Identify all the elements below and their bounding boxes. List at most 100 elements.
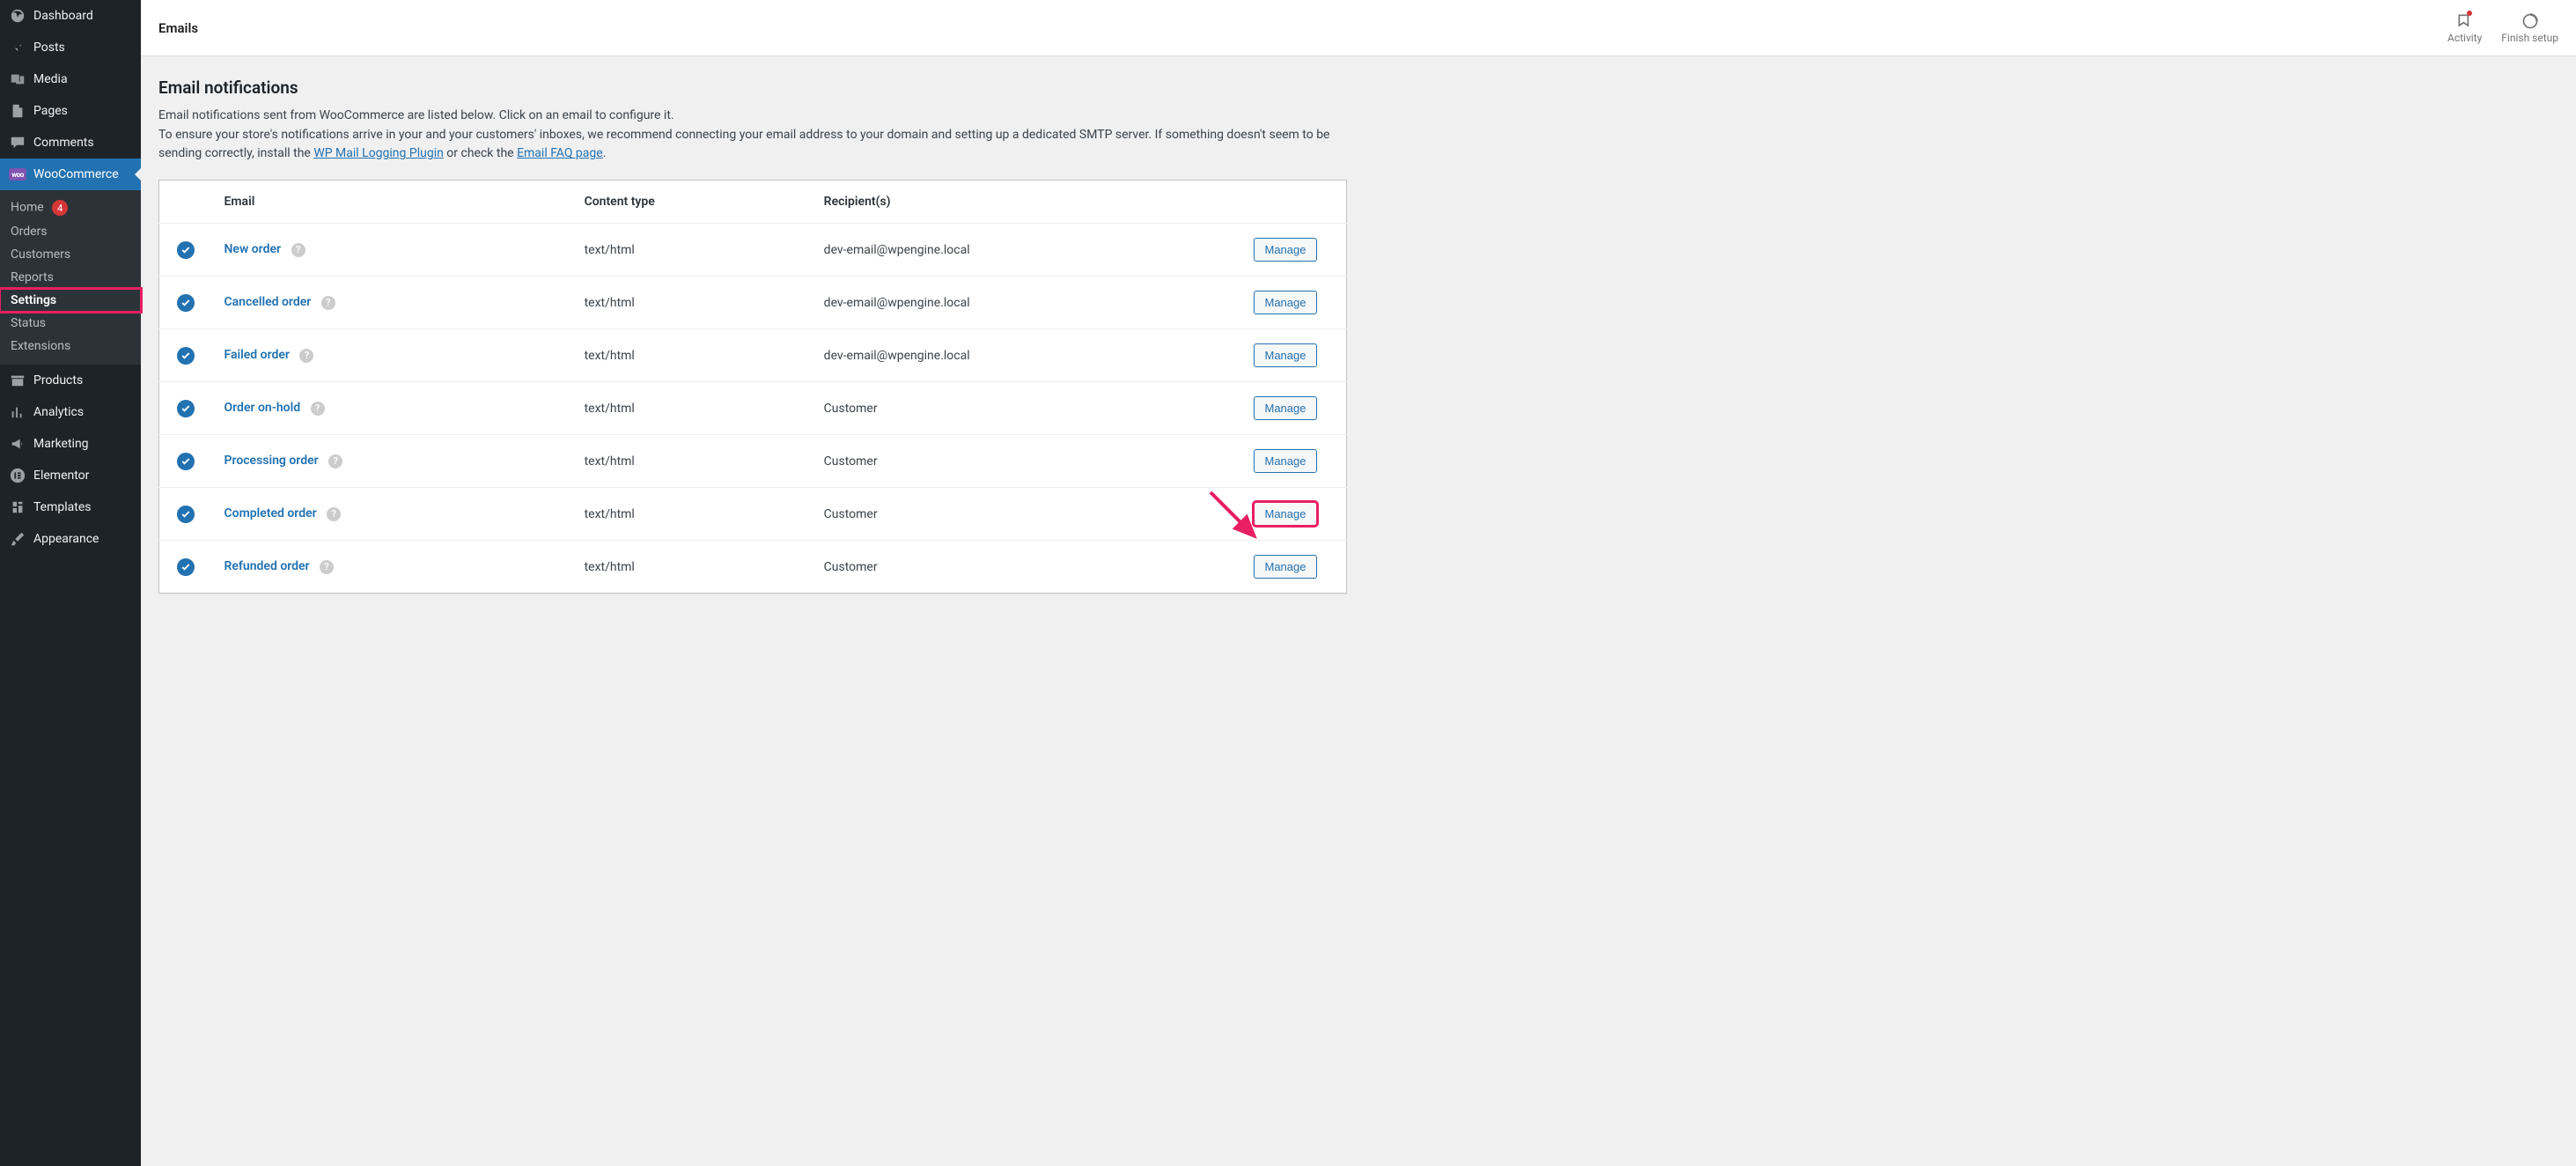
actions-cell: Manage: [1241, 277, 1347, 329]
manage-button[interactable]: Manage: [1254, 502, 1318, 526]
email-name-link[interactable]: New order: [224, 242, 282, 256]
table-header-row: Email Content type Recipient(s): [159, 181, 1347, 224]
sidebar-label: Elementor: [33, 469, 89, 483]
help-icon[interactable]: ?: [320, 560, 334, 574]
sidebar-item-elementor[interactable]: Elementor: [0, 460, 141, 491]
sidebar-item-comments[interactable]: Comments: [0, 127, 141, 159]
email-name-link[interactable]: Cancelled order: [224, 295, 312, 309]
email-name-cell: New order ?: [212, 224, 572, 277]
email-name-link[interactable]: Failed order: [224, 348, 290, 362]
status-cell: [159, 224, 212, 277]
content-type-cell: text/html: [572, 382, 812, 435]
help-icon[interactable]: ?: [328, 454, 342, 469]
sidebar-item-posts[interactable]: Posts: [0, 32, 141, 63]
email-name-cell: Order on-hold ?: [212, 382, 572, 435]
submenu-item-extensions[interactable]: Extensions: [0, 335, 141, 358]
content-type-cell: text/html: [572, 329, 812, 382]
sidebar-label: WooCommerce: [33, 167, 119, 181]
col-email: Email: [212, 181, 572, 224]
manage-button[interactable]: Manage: [1254, 343, 1318, 367]
content-type-cell: text/html: [572, 224, 812, 277]
comment-icon: [9, 134, 26, 151]
woocommerce-submenu: Home 4 Orders Customers Reports Settings…: [0, 190, 141, 365]
sidebar-item-products[interactable]: Products: [0, 365, 141, 396]
help-icon[interactable]: ?: [299, 349, 313, 363]
desc-text: Email notifications sent from WooCommerc…: [158, 108, 674, 122]
sidebar-label: Dashboard: [33, 9, 93, 23]
main-area: Emails Activity Finish setup Email notif…: [141, 0, 2576, 1166]
page-icon: [9, 102, 26, 120]
email-name-cell: Refunded order ?: [212, 541, 572, 594]
email-name-cell: Completed order ?: [212, 488, 572, 541]
manage-button[interactable]: Manage: [1254, 238, 1318, 262]
sidebar-item-media[interactable]: Media: [0, 63, 141, 95]
email-name-link[interactable]: Processing order: [224, 454, 319, 468]
sidebar-label: Analytics: [33, 405, 84, 419]
activity-button[interactable]: Activity: [2447, 12, 2482, 44]
submenu-item-home[interactable]: Home 4: [0, 196, 141, 220]
email-name-link[interactable]: Order on-hold: [224, 401, 301, 415]
table-row: Cancelled order ? text/html dev-email@wp…: [159, 277, 1347, 329]
submenu-item-customers[interactable]: Customers: [0, 243, 141, 266]
sidebar-item-templates[interactable]: Templates: [0, 491, 141, 523]
submenu-item-status[interactable]: Status: [0, 312, 141, 335]
recipients-cell: Customer: [812, 435, 1241, 488]
submenu-item-reports[interactable]: Reports: [0, 266, 141, 289]
sidebar-label: Posts: [33, 41, 65, 55]
sidebar-item-marketing[interactable]: Marketing: [0, 428, 141, 460]
table-row: Completed order ? text/html Customer Man…: [159, 488, 1347, 541]
manage-button[interactable]: Manage: [1254, 396, 1318, 420]
status-cell: [159, 329, 212, 382]
status-cell: [159, 382, 212, 435]
status-cell: [159, 541, 212, 594]
chart-icon: [9, 403, 26, 421]
email-name-link[interactable]: Completed order: [224, 506, 317, 520]
manage-button[interactable]: Manage: [1254, 555, 1318, 579]
content-type-cell: text/html: [572, 541, 812, 594]
content: Email notifications Email notifications …: [141, 56, 2576, 629]
recipients-cell: dev-email@wpengine.local: [812, 277, 1241, 329]
sidebar-item-dashboard[interactable]: Dashboard: [0, 0, 141, 32]
enabled-status-icon: [177, 506, 195, 523]
sidebar-item-woocommerce[interactable]: woo WooCommerce: [0, 159, 141, 190]
manage-button[interactable]: Manage: [1254, 449, 1318, 473]
col-status: [159, 181, 212, 224]
recipients-cell: Customer: [812, 488, 1241, 541]
col-recipients: Recipient(s): [812, 181, 1241, 224]
recipients-cell: dev-email@wpengine.local: [812, 224, 1241, 277]
inbox-icon: [2456, 12, 2474, 30]
col-actions: [1241, 181, 1347, 224]
brush-icon: [9, 530, 26, 548]
sidebar-item-appearance[interactable]: Appearance: [0, 523, 141, 555]
sidebar-label: Pages: [33, 104, 68, 118]
sidebar-item-analytics[interactable]: Analytics: [0, 396, 141, 428]
manage-button[interactable]: Manage: [1254, 291, 1318, 314]
help-icon[interactable]: ?: [291, 243, 305, 257]
wp-mail-logging-link[interactable]: WP Mail Logging Plugin: [313, 146, 444, 160]
submenu-item-orders[interactable]: Orders: [0, 220, 141, 243]
email-name-link[interactable]: Refunded order: [224, 559, 310, 573]
header-actions: Activity Finish setup: [2447, 12, 2558, 44]
header-bar: Emails Activity Finish setup: [141, 0, 2576, 56]
help-icon[interactable]: ?: [311, 402, 325, 416]
sidebar-item-pages[interactable]: Pages: [0, 95, 141, 127]
status-cell: [159, 435, 212, 488]
email-faq-link[interactable]: Email FAQ page: [517, 146, 603, 160]
section-heading: Email notifications: [158, 77, 2558, 98]
submenu-item-settings[interactable]: Settings: [0, 289, 141, 312]
email-name-cell: Failed order ?: [212, 329, 572, 382]
table-row: Failed order ? text/html dev-email@wpeng…: [159, 329, 1347, 382]
help-icon[interactable]: ?: [321, 296, 335, 310]
enabled-status-icon: [177, 241, 195, 259]
finish-setup-button[interactable]: Finish setup: [2501, 12, 2558, 44]
help-icon[interactable]: ?: [327, 507, 341, 521]
table-row: Order on-hold ? text/html Customer Manag…: [159, 382, 1347, 435]
table-row: New order ? text/html dev-email@wpengine…: [159, 224, 1347, 277]
sidebar-label: Templates: [33, 500, 92, 514]
email-name-cell: Cancelled order ?: [212, 277, 572, 329]
submenu-label: Status: [11, 316, 46, 330]
content-type-cell: text/html: [572, 435, 812, 488]
submenu-label: Home: [11, 201, 44, 215]
submenu-label: Settings: [11, 293, 56, 307]
enabled-status-icon: [177, 453, 195, 470]
